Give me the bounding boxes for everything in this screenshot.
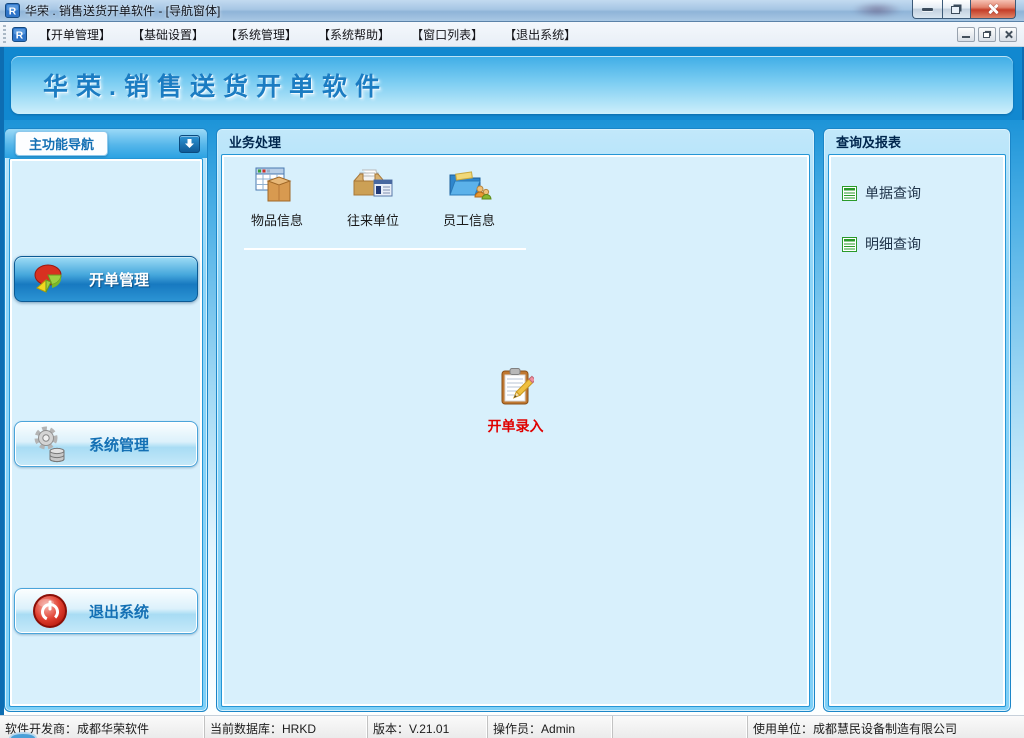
sidebar-panel: 主功能导航: [4, 128, 208, 712]
banner-title: 华荣.销售送货开单软件: [11, 67, 388, 103]
clipboard-pencil-icon: [498, 394, 534, 411]
status-label: 操作员：: [493, 722, 541, 736]
app-logo-icon: R: [5, 3, 20, 18]
status-operator: 操作员：Admin: [488, 716, 613, 738]
business-panel-title: 业务处理: [217, 129, 814, 154]
svg-text:R: R: [16, 30, 24, 41]
minimize-icon: [922, 8, 933, 11]
report-item-detail-query[interactable]: 明细查询: [842, 234, 921, 254]
arrow-down-icon: [184, 138, 195, 149]
sidebar-title: 主功能导航: [15, 131, 108, 156]
status-value: 成都华荣软件: [77, 722, 149, 736]
shortcut-label: 开单录入: [461, 416, 571, 436]
sidebar-button-order-management[interactable]: 开单管理: [14, 256, 198, 302]
caption-button-group: [912, 0, 1016, 19]
sidebar-button-label: 开单管理: [89, 269, 149, 290]
shortcut-item-info[interactable]: 物品信息: [240, 163, 314, 229]
partners-tray-icon: [336, 163, 410, 207]
sidebar-collapse-button[interactable]: [179, 135, 200, 153]
title-bar[interactable]: R 华荣 . 销售送货开单软件 - [导航窗体]: [0, 0, 1024, 22]
sidebar-button-label: 退出系统: [89, 601, 149, 622]
status-value: Admin: [541, 722, 575, 736]
shortcut-underline: [244, 248, 526, 250]
gear-database-icon: [31, 425, 69, 463]
close-icon: [987, 3, 999, 15]
mdi-restore-button[interactable]: [978, 27, 996, 42]
green-list-icon: [842, 237, 857, 252]
window-title: 华荣 . 销售送货开单软件 - [导航窗体]: [25, 2, 220, 19]
window-minimize-button[interactable]: [912, 0, 942, 19]
reports-panel: 查询及报表 单据查询 明细查询: [823, 128, 1011, 712]
shortcut-partners[interactable]: 往来单位: [336, 163, 410, 229]
mdi-child-button-group: [957, 27, 1017, 42]
status-value: HRKD: [282, 722, 316, 736]
workspace: 主功能导航: [0, 120, 1024, 715]
menu-item-window-list[interactable]: 【窗口列表】: [411, 26, 483, 43]
sidebar-button-label: 系统管理: [89, 434, 149, 455]
sidebar-header: 主功能导航: [5, 129, 207, 158]
toolbar-grip[interactable]: [3, 25, 6, 43]
status-label: 使用单位：: [753, 722, 813, 736]
status-label: 当前数据库：: [210, 722, 282, 736]
employees-folder-icon: [432, 163, 506, 207]
menu-item-order-management[interactable]: 【开单管理】: [39, 26, 111, 43]
menu-item-system-management[interactable]: 【系统管理】: [225, 26, 297, 43]
mdi-close-button[interactable]: [999, 27, 1017, 42]
corner-ornament: [9, 732, 37, 738]
business-panel: 业务处理: [216, 128, 815, 712]
status-empty-section: [613, 716, 748, 738]
business-panel-body: 物品信息: [221, 154, 810, 707]
menu-item-system-help[interactable]: 【系统帮助】: [318, 26, 390, 43]
status-database: 当前数据库：HRKD: [205, 716, 368, 738]
reports-panel-title: 查询及报表: [824, 129, 1010, 154]
report-item-label: 单据查询: [865, 183, 921, 203]
restore-icon: [983, 32, 990, 38]
sidebar-button-exit-system[interactable]: 退出系统: [14, 588, 198, 634]
window-restore-button[interactable]: [942, 0, 971, 19]
menu-logo-icon: R: [12, 27, 27, 42]
shortcut-row: 物品信息: [240, 163, 506, 229]
shortcut-label: 物品信息: [240, 210, 314, 229]
window-close-button[interactable]: [971, 0, 1016, 19]
status-value: 成都慧民设备制造有限公司: [813, 722, 957, 736]
report-item-label: 明细查询: [865, 234, 921, 254]
banner-panel: 华荣.销售送货开单软件: [11, 56, 1013, 114]
menu-bar: R 【开单管理】 【基础设置】 【系统管理】 【系统帮助】 【窗口列表】 【退出…: [0, 22, 1024, 47]
status-company: 使用单位：成都慧民设备制造有限公司: [748, 716, 1024, 738]
banner: 华荣.销售送货开单软件: [0, 47, 1024, 120]
status-bar: 软件开发商：成都华荣软件 当前数据库：HRKD 版本：V.21.01 操作员：A…: [0, 715, 1024, 738]
menu-item-exit-system[interactable]: 【退出系统】: [504, 26, 576, 43]
status-value: V.21.01: [409, 722, 449, 736]
reports-panel-body: 单据查询 明细查询: [828, 154, 1006, 707]
close-icon: [1004, 30, 1013, 39]
status-label: 版本：: [373, 722, 409, 736]
green-list-icon: [842, 186, 857, 201]
pie-chart-icon: [31, 260, 69, 298]
svg-text:R: R: [9, 7, 17, 18]
shortcut-label: 员工信息: [432, 210, 506, 229]
report-item-document-query[interactable]: 单据查询: [842, 183, 921, 203]
sidebar-button-system-management[interactable]: 系统管理: [14, 421, 198, 467]
status-version: 版本：V.21.01: [368, 716, 488, 738]
shortcut-employee-info[interactable]: 员工信息: [432, 163, 506, 229]
power-icon: [31, 592, 69, 630]
mdi-minimize-button[interactable]: [957, 27, 975, 42]
sidebar-body: 开单管理: [9, 158, 203, 707]
shortcut-order-entry[interactable]: 开单录入: [461, 367, 571, 436]
restore-icon: [951, 6, 960, 14]
items-table-box-icon: [240, 163, 314, 207]
blurred-smudge: [852, 2, 902, 18]
menu-item-basic-settings[interactable]: 【基础设置】: [132, 26, 204, 43]
application-window: R 华荣 . 销售送货开单软件 - [导航窗体] R 【开单管理】 【基础设置】…: [0, 0, 1024, 738]
minimize-icon: [962, 36, 970, 38]
shortcut-label: 往来单位: [336, 210, 410, 229]
